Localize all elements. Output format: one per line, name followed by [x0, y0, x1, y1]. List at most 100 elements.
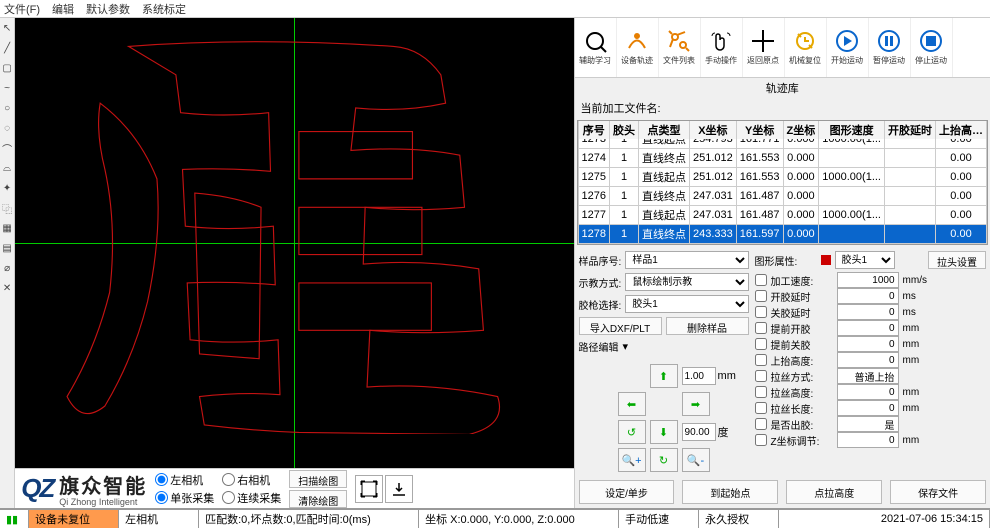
point-scan-button[interactable]: 点拉高度: [786, 480, 882, 504]
param-unit: mm/s: [903, 275, 929, 286]
canvas-viewport[interactable]: [15, 18, 573, 468]
set-step-button[interactable]: 设定/单步: [579, 480, 675, 504]
param-check[interactable]: [755, 434, 767, 446]
table-row[interactable]: 12741直线终点251.012161.5530.0000.00: [578, 148, 986, 167]
param-check[interactable]: [755, 290, 767, 302]
tb-learn[interactable]: 辅助学习: [575, 18, 617, 77]
arrow-left[interactable]: ⬅: [618, 392, 646, 416]
status-machine-ready: ▮▮: [0, 510, 29, 528]
param-value[interactable]: [837, 288, 899, 304]
delete-sample-button[interactable]: 删除样品: [666, 317, 749, 335]
param-value[interactable]: [837, 272, 899, 288]
menu-edit[interactable]: 编辑: [52, 1, 74, 17]
current-file-label: 当前加工文件名:: [575, 98, 990, 118]
tool-arc1[interactable]: ⌒: [1, 142, 13, 154]
zoom-in-icon[interactable]: 🔍+: [618, 448, 646, 472]
table-row[interactable]: 12781直线终点243.333161.5970.0000.00: [578, 224, 986, 243]
tool-line[interactable]: ╱: [1, 42, 13, 54]
table-row[interactable]: 12761直线终点247.031161.4870.0000.00: [578, 186, 986, 205]
tb-file-list[interactable]: 文件列表: [659, 18, 701, 77]
param-value[interactable]: [837, 304, 899, 320]
param-check[interactable]: [755, 354, 767, 366]
tb-start[interactable]: 开始运动: [827, 18, 869, 77]
table-row[interactable]: 12771直线起点247.031161.4870.0001000.00(1...…: [578, 205, 986, 224]
param-check[interactable]: [755, 338, 767, 350]
radio-left-cam[interactable]: 左相机: [155, 472, 214, 488]
fit-icon[interactable]: [355, 475, 383, 503]
sample-no-select[interactable]: 样品1: [625, 251, 748, 269]
table-row[interactable]: 12751直线起点251.012161.5530.0001000.00(1...…: [578, 167, 986, 186]
tb-stop[interactable]: 停止运动: [911, 18, 953, 77]
arrow-down[interactable]: ⬇: [650, 420, 678, 444]
param-value[interactable]: [837, 336, 899, 352]
tool-circle[interactable]: ○: [1, 102, 13, 114]
param-value[interactable]: [837, 320, 899, 336]
param-value[interactable]: [837, 368, 899, 384]
scan-draw-button[interactable]: 扫描绘图: [289, 470, 347, 488]
tool-misc3[interactable]: ⌀: [1, 262, 13, 274]
tb-set-track[interactable]: 设备轨迹: [617, 18, 659, 77]
param-check[interactable]: [755, 322, 767, 334]
param-unit: mm: [903, 339, 929, 350]
save-file-button[interactable]: 保存文件: [890, 480, 986, 504]
table-header[interactable]: 开胶延时: [885, 121, 936, 140]
tb-origin[interactable]: 返回原点: [743, 18, 785, 77]
table-header[interactable]: 胶头: [610, 121, 639, 140]
to-point-button[interactable]: 到起始点: [682, 480, 778, 504]
radio-cont[interactable]: 连续采集: [222, 490, 281, 506]
attr-select[interactable]: 胶头1: [835, 251, 895, 269]
param-check[interactable]: [755, 386, 767, 398]
param-value[interactable]: [837, 352, 899, 368]
arrow-right[interactable]: ➡: [682, 392, 710, 416]
param-check[interactable]: [755, 306, 767, 318]
table-header[interactable]: Z坐标: [783, 121, 819, 140]
param-value[interactable]: [837, 400, 899, 416]
tb-pause[interactable]: 暂停运动: [869, 18, 911, 77]
table-header[interactable]: 上抬高…: [936, 121, 987, 140]
teach-mode-select[interactable]: 鼠标绘制示教: [625, 273, 748, 291]
tb-mach-origin[interactable]: 机械复位: [785, 18, 827, 77]
export-icon[interactable]: [385, 475, 413, 503]
tool-misc1[interactable]: ▦: [1, 222, 13, 234]
tool-curve[interactable]: ~: [1, 82, 13, 94]
tool-arc2[interactable]: ⌓: [1, 162, 13, 174]
table-header[interactable]: X坐标: [690, 121, 737, 140]
step-input[interactable]: [682, 367, 716, 385]
import-button[interactable]: 导入DXF/PLT: [579, 317, 662, 335]
arrow-up[interactable]: ⬆: [650, 364, 678, 388]
table-header[interactable]: Y坐标: [736, 121, 783, 140]
radio-right-cam[interactable]: 右相机: [222, 472, 281, 488]
tool-plus[interactable]: ✦: [1, 182, 13, 194]
param-value[interactable]: [837, 432, 899, 448]
menu-default-params[interactable]: 默认参数: [86, 1, 130, 17]
angle-input[interactable]: [682, 423, 716, 441]
tool-pointer[interactable]: ↖: [1, 22, 13, 34]
rotate-ccw[interactable]: ↺: [618, 420, 646, 444]
param-check[interactable]: [755, 274, 767, 286]
track-table[interactable]: 序号胶头点类型X坐标Y坐标Z坐标图形速度开胶延时上抬高…12691直线起点255…: [577, 120, 988, 245]
radio-single[interactable]: 单张采集: [155, 490, 214, 506]
tool-misc2[interactable]: ▤: [1, 242, 13, 254]
param-check[interactable]: [755, 402, 767, 414]
tool-dot[interactable]: ◌: [1, 122, 13, 134]
tb-manual[interactable]: 手动操作: [701, 18, 743, 77]
table-header[interactable]: 序号: [578, 121, 609, 140]
menu-file[interactable]: 文件(F): [4, 1, 40, 17]
tool-square[interactable]: ▢: [1, 62, 13, 74]
table-header[interactable]: 图形速度: [819, 121, 885, 140]
zoom-out-icon[interactable]: 🔍-: [682, 448, 710, 472]
glue-sel-select[interactable]: 胶头1: [625, 295, 748, 313]
rotate-cw[interactable]: ↻: [650, 448, 678, 472]
table-header[interactable]: 点类型: [639, 121, 690, 140]
chevron-down-icon[interactable]: ▾: [623, 340, 629, 353]
param-check[interactable]: [755, 418, 767, 430]
param-value[interactable]: [837, 416, 899, 432]
param-value[interactable]: [837, 384, 899, 400]
glue-head-btn[interactable]: 拉头设置: [928, 251, 986, 269]
status-datetime: 2021-07-06 15:34:15: [779, 510, 990, 528]
param-check[interactable]: [755, 370, 767, 382]
clear-draw-button[interactable]: 清除绘图: [289, 490, 347, 508]
menu-system-setup[interactable]: 系统标定: [142, 1, 186, 17]
tool-copy[interactable]: ⿻: [1, 202, 13, 214]
tool-misc4[interactable]: ✕: [1, 282, 13, 294]
